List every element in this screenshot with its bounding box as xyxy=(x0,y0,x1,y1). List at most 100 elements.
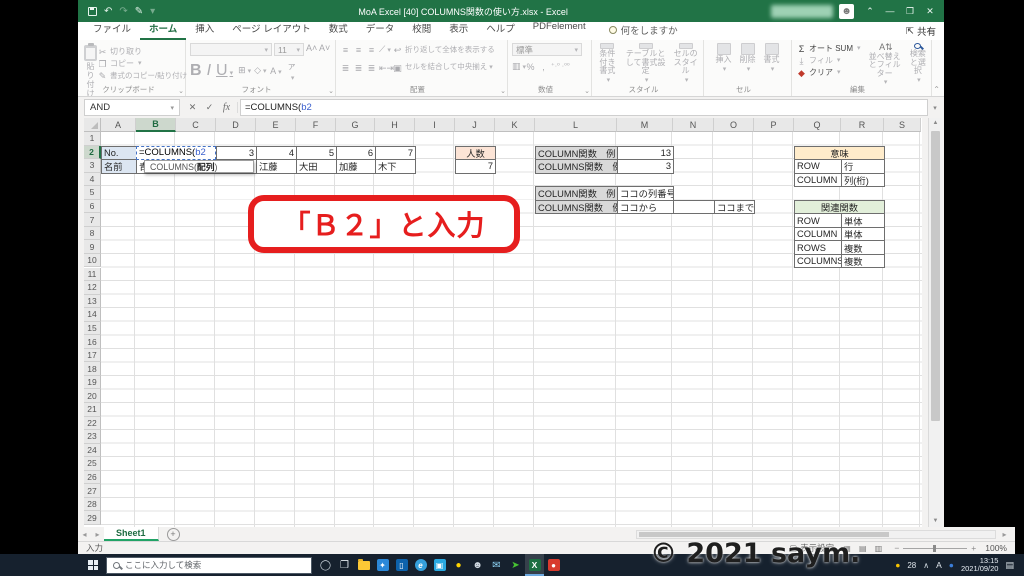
align-center-icon[interactable]: ≣ xyxy=(353,62,364,74)
cell-Q7[interactable]: ROW xyxy=(794,213,842,228)
tab-ページ レイアウト[interactable]: ページ レイアウト xyxy=(223,19,319,40)
cell-Q2[interactable]: 意味 xyxy=(794,145,885,161)
row-header-7[interactable]: 7 xyxy=(84,213,101,227)
clear-button[interactable]: ◆ クリア xyxy=(796,67,861,79)
decrease-font-icon[interactable]: A˅ xyxy=(319,43,330,56)
camera-icon[interactable]: ● xyxy=(544,554,563,576)
action-center-icon[interactable]: ▤ xyxy=(1005,560,1014,571)
row-header-14[interactable]: 14 xyxy=(84,308,101,322)
column-header-M[interactable]: M xyxy=(617,118,673,132)
number-format-combo[interactable]: 標準 xyxy=(512,43,582,56)
cortana-icon[interactable]: ◯ xyxy=(316,554,335,576)
row-header-22[interactable]: 22 xyxy=(84,416,101,431)
cell-G3[interactable]: 加藤 xyxy=(336,159,376,174)
edge-icon[interactable]: e xyxy=(411,554,430,576)
notes-icon[interactable]: ▣ xyxy=(430,554,449,576)
cell-M6[interactable]: ココから xyxy=(617,199,674,215)
avatar[interactable]: ☻ xyxy=(839,3,854,19)
formula-bar-expand-icon[interactable]: ▾ xyxy=(928,104,942,112)
row-header-19[interactable]: 19 xyxy=(84,375,101,390)
column-header-C[interactable]: C xyxy=(176,118,216,132)
increase-font-icon[interactable]: A˄ xyxy=(306,43,317,56)
name-box[interactable]: AND ▾ xyxy=(84,99,180,116)
row-header-21[interactable]: 21 xyxy=(84,403,101,417)
cell-O6[interactable]: ココまで xyxy=(714,199,755,215)
conditional-formatting-button[interactable]: 条件付き書式 xyxy=(596,43,619,85)
merge-center-button[interactable]: セルを結合して中央揃え xyxy=(405,61,493,74)
scroll-down-icon[interactable]: ▼ xyxy=(929,516,942,527)
cell-B2-editing[interactable]: =COLUMNS(b2 xyxy=(136,145,216,161)
file-explorer-icon[interactable] xyxy=(354,554,373,576)
green-app-icon[interactable]: ➤ xyxy=(506,554,525,576)
cell-Q4[interactable]: COLUMN xyxy=(794,172,842,188)
cell-R10[interactable]: 複数 xyxy=(841,253,885,269)
row-header-13[interactable]: 13 xyxy=(84,294,101,309)
row-header-27[interactable]: 27 xyxy=(84,484,101,498)
people-icon[interactable]: ☻ xyxy=(468,554,487,576)
tab-ヘルプ[interactable]: ヘルプ xyxy=(477,19,524,40)
cell-M3[interactable]: 3 xyxy=(617,159,674,174)
cell-Q3[interactable]: ROW xyxy=(794,159,842,174)
row-header-10[interactable]: 10 xyxy=(84,253,101,268)
scroll-up-icon[interactable]: ▲ xyxy=(929,118,942,129)
enter-icon[interactable]: ✓ xyxy=(201,102,218,113)
number-dialog-launcher[interactable]: ⌄ xyxy=(584,87,590,95)
cell-Q9[interactable]: ROWS xyxy=(794,240,842,255)
cell-E2[interactable]: 4 xyxy=(256,145,297,161)
fill-color-icon[interactable]: ◇ xyxy=(254,65,265,76)
cell-styles-button[interactable]: セルのスタイル xyxy=(672,43,699,85)
zoom-slider[interactable]: − + xyxy=(894,543,976,553)
align-middle-icon[interactable]: ≡ xyxy=(353,44,364,56)
cancel-icon[interactable]: ✕ xyxy=(184,102,201,113)
insert-function-icon[interactable]: fx xyxy=(218,102,235,113)
percent-icon[interactable]: % xyxy=(525,61,536,73)
copy-button[interactable]: ❐ コピー xyxy=(97,58,187,70)
cell-Q10[interactable]: COLUMNS xyxy=(794,253,842,269)
bold-button[interactable]: B xyxy=(190,62,202,80)
insert-cells-button[interactable]: 挿入 xyxy=(716,43,732,85)
cell-R7[interactable]: 単体 xyxy=(841,213,885,228)
orientation-icon[interactable]: ⟋ xyxy=(379,43,390,57)
cell-R8[interactable]: 単体 xyxy=(841,226,885,242)
row-header-15[interactable]: 15 xyxy=(84,321,101,336)
taskbar-search-input[interactable]: ここに入力して検索 xyxy=(106,556,312,574)
alignment-dialog-launcher[interactable]: ⌄ xyxy=(500,87,506,95)
tray-sphere-icon[interactable]: ● xyxy=(949,560,954,570)
sheet-tab-sheet1[interactable]: Sheet1 xyxy=(104,527,159,541)
cell-Q8[interactable]: COLUMN xyxy=(794,226,842,242)
row-header-5[interactable]: 5 xyxy=(84,186,101,200)
row-header-26[interactable]: 26 xyxy=(84,470,101,485)
tab-数式[interactable]: 数式 xyxy=(320,19,357,40)
column-header-F[interactable]: F xyxy=(296,118,336,132)
column-header-H[interactable]: H xyxy=(375,118,415,132)
align-bottom-icon[interactable]: ≡ xyxy=(366,44,377,56)
minimize-button[interactable]: — xyxy=(880,6,900,16)
column-header-E[interactable]: E xyxy=(256,118,296,132)
cell-J3[interactable]: 7 xyxy=(455,159,496,174)
yellow-app-icon[interactable]: ● xyxy=(449,554,468,576)
tell-me-box[interactable]: 何をしますか xyxy=(608,23,678,40)
row-header-12[interactable]: 12 xyxy=(84,281,101,295)
start-button[interactable] xyxy=(80,554,106,576)
align-top-icon[interactable]: ≡ xyxy=(340,44,351,56)
vertical-scrollbar[interactable]: ▲ ▼ xyxy=(928,118,942,527)
format-cells-button[interactable]: 書式 xyxy=(764,43,780,85)
pen-icon[interactable]: ✎ xyxy=(135,6,143,17)
cell-F3[interactable]: 大田 xyxy=(296,159,337,174)
cell-L2[interactable]: COLUMN関数 例 xyxy=(535,145,618,161)
row-header-2[interactable]: 2 xyxy=(84,145,101,160)
cell-R9[interactable]: 複数 xyxy=(841,240,885,255)
column-header-P[interactable]: P xyxy=(754,118,794,132)
cell-J2[interactable]: 人数 xyxy=(455,145,496,161)
mail-icon[interactable]: ✉ xyxy=(487,554,506,576)
tab-挿入[interactable]: 挿入 xyxy=(186,19,223,40)
row-header-28[interactable]: 28 xyxy=(84,497,101,512)
undo-icon[interactable]: ↶ xyxy=(104,6,112,17)
font-size-combo[interactable]: 11 xyxy=(274,43,304,56)
row-header-16[interactable]: 16 xyxy=(84,335,101,349)
new-sheet-icon[interactable]: + xyxy=(166,527,180,541)
save-icon[interactable] xyxy=(88,6,97,16)
font-color-icon[interactable]: A xyxy=(270,66,281,76)
column-header-A[interactable]: A xyxy=(101,118,136,132)
taskbar-clock[interactable]: 13:15 2021/09/20 xyxy=(961,556,999,574)
